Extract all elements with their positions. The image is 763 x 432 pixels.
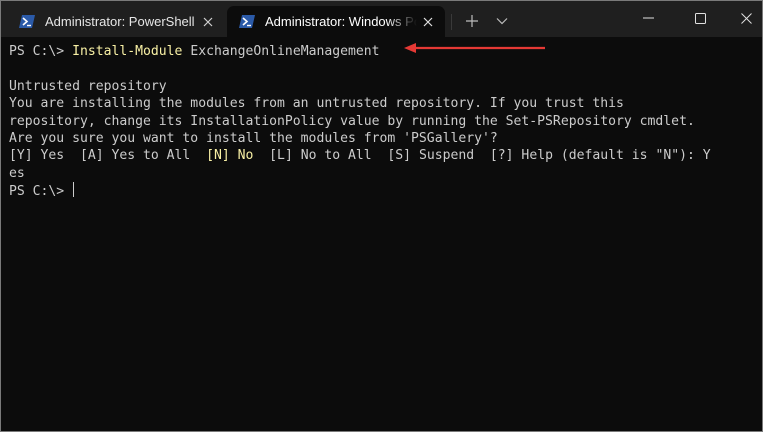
choice-rest: [L] No to All [S] Suspend [?] Help (defa… — [253, 148, 711, 164]
tab-powershell[interactable]: Administrator: PowerShell — [7, 6, 225, 37]
message-line: Are you sure you want to install the mod… — [9, 130, 498, 146]
prompt: PS C:\> — [9, 44, 73, 59]
maximize-icon[interactable] — [677, 1, 723, 35]
title-bar: Administrator: PowerShell Administrator:… — [1, 1, 762, 37]
choice-yes-to-all: [A] Yes to All — [79, 148, 207, 164]
tab-windows-powershell[interactable]: Administrator: Windows PowerShell — [227, 6, 445, 37]
message-line: You are installing the modules from an u… — [9, 96, 624, 112]
warning-heading: Untrusted repository — [9, 78, 167, 94]
minimize-icon[interactable] — [625, 1, 671, 35]
close-icon[interactable] — [723, 1, 762, 35]
plus-icon[interactable] — [461, 10, 483, 32]
powershell-icon — [19, 15, 35, 29]
prompt: PS C:\> — [9, 184, 73, 200]
message-line: repository, change its InstallationPolic… — [9, 113, 695, 129]
tab-separator — [451, 14, 452, 30]
command-argument: ExchangeOnlineManagement — [182, 44, 380, 59]
terminal-window: Administrator: PowerShell Administrator:… — [0, 0, 763, 432]
answer-wrap-line: es — [9, 165, 25, 181]
close-tab-icon[interactable] — [417, 11, 439, 33]
choice-no-default: [N] No — [206, 148, 254, 164]
command-line: PS C:\> Install-Module ExchangeOnlineMan… — [9, 43, 754, 60]
command-name: Install-Module — [72, 44, 183, 59]
prompt-line: PS C:\> — [9, 182, 754, 199]
close-tab-icon[interactable] — [197, 11, 219, 33]
tab-title: Administrator: PowerShell — [45, 14, 195, 29]
powershell-icon — [239, 15, 255, 29]
text-cursor — [73, 182, 75, 198]
choices-line: [Y] Yes [A] Yes to All [N] No [L] No to … — [9, 147, 754, 164]
chevron-down-icon[interactable] — [491, 10, 513, 32]
tab-title: Administrator: Windows PowerShell — [265, 14, 417, 29]
terminal-output[interactable]: PS C:\> Install-Module ExchangeOnlineMan… — [9, 43, 754, 423]
choice-yes: [Y] Yes — [9, 148, 80, 164]
annotation-arrow-icon — [404, 43, 545, 53]
